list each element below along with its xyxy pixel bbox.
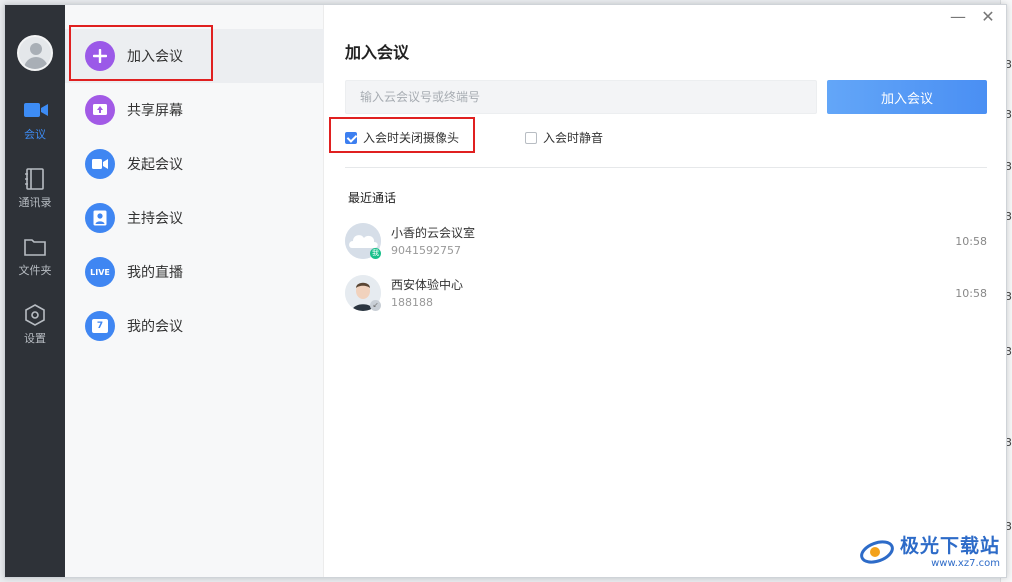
live-badge-text: LIVE <box>90 267 110 277</box>
rail-item-meeting[interactable]: 会议 <box>5 99 65 155</box>
watermark-logo-icon <box>860 540 894 564</box>
call-name: 小香的云会议室 <box>391 226 476 240</box>
rail-label: 会议 <box>24 128 46 141</box>
menu-item-my-live[interactable]: LIVE 我的直播 <box>65 245 324 299</box>
rail-label: 设置 <box>24 332 46 345</box>
call-time: 10:58 <box>955 235 987 248</box>
rail-item-folder[interactable]: 文件夹 <box>5 235 65 291</box>
meeting-id-input[interactable] <box>345 80 817 114</box>
recent-calls-title: 最近通话 <box>348 191 397 205</box>
menu-item-start-meeting[interactable]: 发起会议 <box>65 137 324 191</box>
share-screen-icon <box>85 95 115 125</box>
incoming-call-badge: ↙ <box>370 300 381 311</box>
menu-item-share-screen[interactable]: 共享屏幕 <box>65 83 324 137</box>
recent-call-item[interactable]: ↙ 西安体验中心 188188 10:58 <box>345 275 987 319</box>
call-time: 10:58 <box>955 287 987 300</box>
menu-item-host-meeting[interactable]: 主持会议 <box>65 191 324 245</box>
option-mute[interactable]: 入会时静音 <box>525 129 603 146</box>
watermark-url: www.xz7.com <box>931 558 1000 569</box>
mute-checkbox[interactable] <box>525 131 537 144</box>
folder-icon <box>23 235 47 259</box>
calendar-day: 7 <box>92 319 108 333</box>
video-icon <box>85 149 115 179</box>
divider <box>345 167 987 168</box>
site-watermark: 极光下载站 www.xz7.com <box>858 531 1000 569</box>
live-icon: LIVE <box>85 257 115 287</box>
highlight-box-option <box>329 117 475 153</box>
settings-hexagon-icon <box>23 303 47 327</box>
recent-call-item[interactable]: 我 小香的云会议室 9041592757 10:58 <box>345 223 987 267</box>
call-id: 9041592757 <box>391 244 461 257</box>
option-label: 入会时静音 <box>543 131 604 145</box>
call-id: 188188 <box>391 296 433 309</box>
user-avatar[interactable] <box>17 35 53 71</box>
menu-item-my-meetings[interactable]: 7 我的会议 <box>65 299 324 353</box>
menu-label: 我的直播 <box>127 265 183 281</box>
rail-item-settings[interactable]: 设置 <box>5 303 65 359</box>
function-menu: 加入会议 共享屏幕 发起会议 主持会议 LIVE 我的直播 7 我的会议 <box>65 5 324 577</box>
menu-label: 主持会议 <box>127 211 183 227</box>
rail-label: 文件夹 <box>18 264 52 277</box>
app-window: 会议 通讯录 文件夹 设置 加入会议 共享屏幕 发起会议 主持会议 LIVE 我… <box>4 4 1007 578</box>
rail-item-contacts[interactable]: 通讯录 <box>5 167 65 223</box>
call-name: 西安体验中心 <box>391 278 464 292</box>
calendar-icon: 7 <box>85 311 115 341</box>
self-badge: 我 <box>370 248 381 259</box>
minimize-icon[interactable]: — <box>949 9 967 27</box>
host-icon <box>85 203 115 233</box>
close-icon[interactable]: ✕ <box>979 9 997 27</box>
video-camera-icon <box>23 99 48 123</box>
nav-rail: 会议 通讯录 文件夹 设置 <box>5 5 65 577</box>
menu-label: 发起会议 <box>127 157 183 173</box>
page-title: 加入会议 <box>345 43 410 62</box>
menu-label: 我的会议 <box>127 319 183 335</box>
watermark-title: 极光下载站 <box>899 535 1000 557</box>
main-panel: — ✕ 加入会议 加入会议 入会时关闭摄像头 入会时静音 最近通话 我 小香的云… <box>325 5 1006 577</box>
rail-label: 通讯录 <box>18 196 52 209</box>
join-meeting-button[interactable]: 加入会议 <box>827 80 987 114</box>
highlight-box-menu <box>69 25 213 81</box>
contacts-book-icon <box>23 167 47 191</box>
menu-label: 共享屏幕 <box>127 103 183 119</box>
